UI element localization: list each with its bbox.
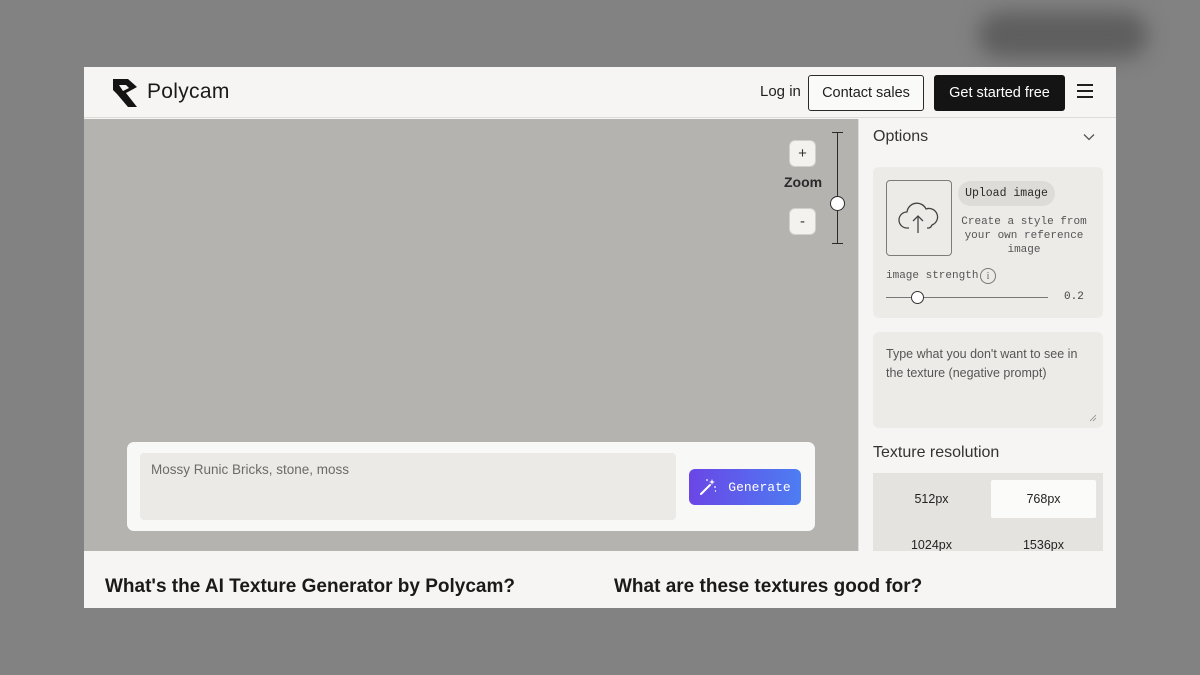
image-drop-zone[interactable] bbox=[886, 180, 952, 256]
hamburger-menu-icon[interactable] bbox=[1077, 84, 1093, 98]
contact-sales-button[interactable]: Contact sales bbox=[808, 75, 924, 111]
resolution-selector: 512px 768px 1024px 1536px bbox=[873, 473, 1103, 552]
resize-grip-icon[interactable] bbox=[1089, 414, 1097, 422]
zoom-label: Zoom bbox=[784, 174, 823, 190]
prompt-panel: Generate bbox=[127, 442, 815, 531]
image-strength-value: 0.2 bbox=[1064, 291, 1084, 303]
info-icon[interactable]: i bbox=[980, 268, 996, 284]
image-strength-handle[interactable] bbox=[911, 291, 924, 304]
chevron-down-icon[interactable] bbox=[1083, 133, 1095, 141]
upload-image-button[interactable]: Upload image bbox=[958, 181, 1055, 206]
image-strength-label: image strength bbox=[886, 270, 979, 282]
zoom-slider-cap-bottom bbox=[832, 243, 843, 244]
negative-prompt-card bbox=[873, 332, 1103, 428]
resolution-option-512[interactable]: 512px bbox=[879, 480, 984, 518]
resolution-option-768[interactable]: 768px bbox=[991, 480, 1096, 518]
zoom-slider-cap-top bbox=[832, 132, 843, 133]
top-nav: Polycam Log in Contact sales Get started… bbox=[84, 67, 1116, 118]
brand-name[interactable]: Polycam bbox=[147, 80, 230, 104]
polycam-logo-icon[interactable] bbox=[111, 77, 139, 109]
generate-button[interactable]: Generate bbox=[689, 469, 801, 505]
magic-wand-icon bbox=[700, 479, 717, 495]
blurred-backdrop bbox=[978, 12, 1148, 58]
prompt-input[interactable] bbox=[140, 453, 676, 520]
login-link[interactable]: Log in bbox=[760, 83, 801, 100]
app-frame: Polycam Log in Contact sales Get started… bbox=[84, 67, 1116, 608]
uses-heading: What are these textures good for? bbox=[614, 576, 923, 597]
cloud-upload-icon bbox=[898, 202, 939, 233]
zoom-out-button[interactable]: - bbox=[789, 208, 816, 235]
info-sections: What's the AI Texture Generator by Polyc… bbox=[84, 551, 1116, 608]
texture-resolution-title: Texture resolution bbox=[873, 444, 1000, 461]
get-started-button[interactable]: Get started free bbox=[934, 75, 1065, 111]
reference-image-card: Upload image Create a style from your ow… bbox=[873, 167, 1103, 318]
about-heading: What's the AI Texture Generator by Polyc… bbox=[105, 576, 515, 597]
negative-prompt-input[interactable] bbox=[873, 332, 1103, 428]
zoom-slider-handle[interactable] bbox=[830, 196, 845, 211]
generate-label: Generate bbox=[728, 479, 791, 495]
options-title: Options bbox=[873, 128, 929, 145]
texture-preview-canvas[interactable]: + Zoom - Generate bbox=[84, 119, 858, 551]
upload-description: Create a style from your own reference i… bbox=[961, 216, 1087, 256]
zoom-slider-track[interactable] bbox=[837, 132, 838, 244]
options-panel: Options Upload image Create a style from… bbox=[858, 119, 1116, 552]
zoom-in-button[interactable]: + bbox=[789, 140, 816, 167]
